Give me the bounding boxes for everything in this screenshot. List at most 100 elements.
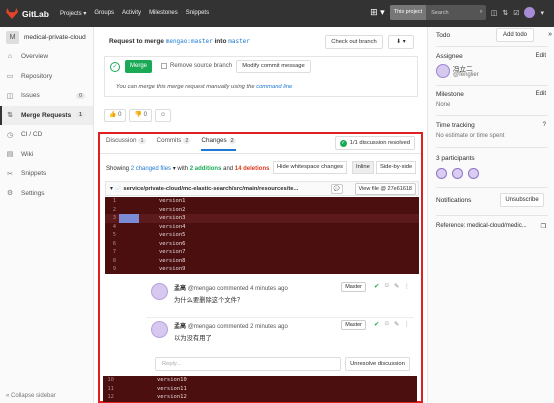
copy-reference-icon[interactable]: ❐ [541, 223, 546, 230]
thumbs-up-award[interactable]: 👍 0 [104, 109, 127, 122]
resolve-check-icon[interactable]: ✔ [374, 320, 379, 328]
command-line-link[interactable]: command line [256, 84, 292, 90]
merge-icon: ⇅ [7, 112, 13, 120]
old-line-number[interactable]: 7 [105, 248, 119, 257]
sidebar-item-settings[interactable]: ⚙ Settings [0, 184, 93, 204]
new-line-number[interactable] [117, 376, 137, 385]
nav-snippets[interactable]: Snippets [186, 10, 209, 17]
search-scope-badge: This project [389, 5, 427, 20]
assignee-avatar[interactable] [436, 64, 450, 78]
avatar[interactable] [151, 321, 168, 338]
nav-milestones[interactable]: Milestones [149, 10, 178, 17]
old-line-number[interactable]: 11 [103, 385, 117, 394]
search-input[interactable]: Search [426, 10, 479, 16]
smiley-icon[interactable]: ☺ [383, 282, 390, 290]
author-name[interactable]: 孟高 [174, 286, 186, 292]
view-file-button[interactable]: View file @ 27e61618 [354, 183, 416, 195]
check-out-branch-button[interactable]: Check out branch [325, 35, 383, 49]
unsubscribe-button[interactable]: Unsubscribe [500, 193, 544, 207]
collapse-sidebar-button[interactable]: « Collapse sidebar [6, 393, 56, 399]
gitlab-logo[interactable]: GitLab [6, 8, 54, 19]
thumbs-down-award[interactable]: 👎 0 [129, 109, 152, 122]
nav-projects[interactable]: Projects ▾ [60, 10, 86, 17]
discussion-resolved-status[interactable]: ✓ 1/1 discussion resolved [334, 136, 415, 150]
inline-view-button[interactable]: Inline [352, 161, 374, 174]
sidebar-item-repository[interactable]: ▭ Repository [0, 67, 93, 87]
remove-source-branch-checkbox[interactable] [161, 63, 167, 69]
nav-groups[interactable]: Groups [94, 10, 114, 17]
new-line-number[interactable] [119, 248, 139, 257]
sidebar-item-ci-cd[interactable]: ◷ CI / CD [0, 125, 93, 145]
issues-shortcut-icon[interactable]: ◫ [491, 9, 498, 17]
new-dropdown-button[interactable]: ⊞ ▾ [370, 7, 385, 18]
tabs-divider [100, 153, 421, 154]
new-line-number[interactable] [119, 265, 139, 274]
new-line-number[interactable] [119, 214, 139, 223]
participant-avatar[interactable] [468, 168, 479, 179]
sidebar-item-snippets[interactable]: ✂ Snippets [0, 164, 93, 184]
pencil-icon[interactable]: ✎ [394, 282, 399, 290]
participant-avatar[interactable] [452, 168, 463, 179]
old-line-number[interactable]: 4 [105, 223, 119, 232]
search-box[interactable]: This project Search ⌕ [389, 5, 486, 20]
old-line-number[interactable]: 1 [105, 197, 119, 206]
more-actions-icon[interactable]: ⋮ [404, 282, 411, 290]
new-line-number[interactable] [119, 231, 139, 240]
old-line-number[interactable]: 5 [105, 231, 119, 240]
nav-activity[interactable]: Activity [122, 10, 141, 17]
help-circle-icon[interactable]: ? [543, 122, 546, 128]
pencil-icon[interactable]: ✎ [394, 320, 399, 328]
tab-changes[interactable]: Changes 2 [201, 137, 236, 151]
todos-shortcut-icon[interactable]: ☑ [513, 9, 519, 17]
author-name[interactable]: 孟高 [174, 324, 186, 330]
sidebar-item-merge-requests[interactable]: ⇅ Merge Requests 1 [0, 105, 93, 125]
merge-button[interactable]: Merge [125, 60, 152, 73]
hide-whitespace-button[interactable]: Hide whitespace changes [273, 161, 348, 174]
side-by-side-view-button[interactable]: Side-by-side [376, 161, 417, 174]
user-menu-chevron-icon[interactable]: ▾ [540, 9, 544, 17]
old-line-number[interactable]: 9 [105, 265, 119, 274]
smiley-icon[interactable]: ☺ [383, 320, 390, 328]
merge-requests-shortcut-icon[interactable]: ⇅ [502, 9, 508, 17]
sidebar-item-wiki[interactable]: ▤ Wiki [0, 145, 93, 165]
old-line-number[interactable]: 3 [105, 214, 119, 223]
comment-toggle-button[interactable]: 💬 [331, 184, 343, 194]
old-line-number[interactable]: 6 [105, 240, 119, 249]
user-avatar[interactable] [524, 7, 536, 18]
download-dropdown-button[interactable]: ⬇ ▾ [388, 35, 414, 49]
diff-line: 4 version4 [105, 223, 419, 232]
sidebar-item-overview[interactable]: ⌂ Overview [0, 47, 93, 67]
new-line-number[interactable] [119, 223, 139, 232]
avatar[interactable] [151, 283, 168, 300]
new-line-number[interactable] [117, 385, 137, 394]
new-line-number[interactable] [119, 197, 139, 206]
new-line-number[interactable] [119, 206, 139, 215]
old-line-number[interactable]: 12 [103, 393, 117, 402]
new-line-number[interactable] [119, 240, 139, 249]
collapse-right-sidebar-icon[interactable]: » [548, 31, 552, 38]
reply-input[interactable]: Reply... [155, 357, 341, 371]
add-todo-button[interactable]: Add todo [496, 28, 534, 42]
add-award-smiley-icon[interactable]: ☺ [154, 109, 172, 122]
tab-discussion[interactable]: Discussion 1 [106, 137, 146, 151]
remove-source-branch-option[interactable]: Remove source branch [161, 63, 232, 69]
changed-files-link[interactable]: 2 changed files [131, 166, 171, 172]
new-line-number[interactable] [119, 257, 139, 266]
source-branch[interactable]: mengao:master [166, 38, 213, 45]
edit-assignee-link[interactable]: Edit [536, 53, 546, 59]
sidebar-item-issues[interactable]: ◫ Issues 0 [0, 86, 93, 106]
old-line-number[interactable]: 10 [103, 376, 117, 385]
edit-milestone-link[interactable]: Edit [536, 91, 546, 97]
more-actions-icon[interactable]: ⋮ [404, 320, 411, 328]
participant-avatar[interactable] [436, 168, 447, 179]
old-line-number[interactable]: 2 [105, 206, 119, 215]
target-branch[interactable]: master [228, 38, 250, 45]
tab-commits[interactable]: Commits 2 [157, 137, 191, 151]
modify-commit-message-button[interactable]: Modify commit message [236, 60, 311, 73]
resolve-check-icon[interactable]: ✔ [374, 282, 379, 290]
diff-file-path[interactable]: ▾ 📄 service/private-cloud/mc-elastic-sea… [110, 186, 332, 192]
new-line-number[interactable] [117, 393, 137, 402]
unresolve-discussion-button[interactable]: Unresolve discussion [345, 357, 410, 371]
old-line-number[interactable]: 8 [105, 257, 119, 266]
sidebar-project-header[interactable]: M medical-private-cloud [0, 27, 93, 47]
